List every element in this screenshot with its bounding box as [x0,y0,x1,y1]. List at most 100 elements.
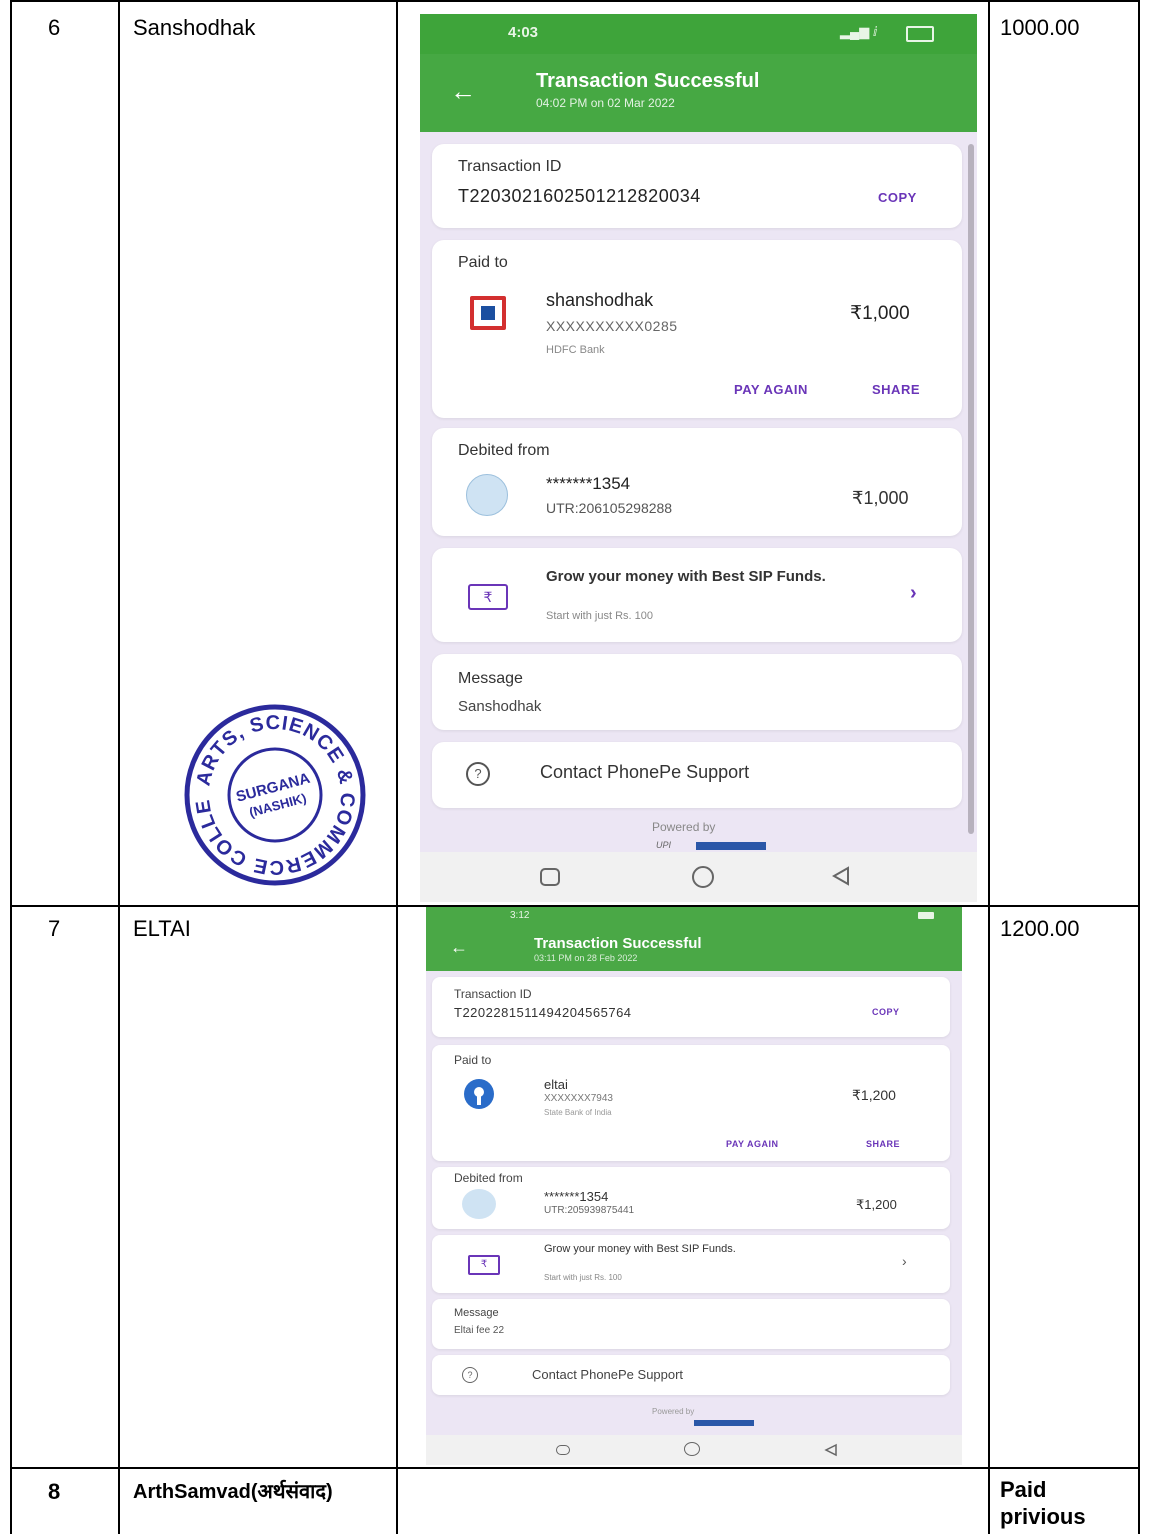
row-6-amount: 1000.00 [1000,15,1080,40]
receipt-screenshot-eltai: 3:12 ← Transaction Successful 03:11 PM o… [426,907,962,1465]
row-7-amount: 1200.00 [1000,916,1080,941]
transaction-id-card: Transaction ID T2203021602501212820034 C… [432,144,962,228]
upi-logo-icon [654,1419,754,1427]
message-card: Message Sanshodhak [432,654,962,730]
back-icon[interactable] [832,866,850,886]
copy-button[interactable]: COPY [878,190,917,205]
promo-subtitle: Start with just Rs. 100 [544,1273,622,1282]
payee-name: eltai [544,1077,568,1092]
recent-apps-icon[interactable] [556,1445,570,1455]
screen-title: Transaction Successful [536,70,760,92]
scrollbar[interactable] [968,144,974,834]
debit-amount: ₹1,000 [852,488,909,508]
hdfc-bank-icon [470,296,506,330]
stamp-seal-icon: ARTS, SCIENCE & COMMERCE COLLEGE ★ SURGA… [171,683,366,886]
paid-to-label: Paid to [454,1053,492,1067]
debit-account: *******1354 [544,1189,609,1204]
support-text: Contact PhonePe Support [532,1367,684,1382]
rupee-wallet-icon: ₹ [468,584,508,610]
payee-bank: State Bank of India [544,1108,612,1117]
screen-subtitle: 04:02 PM on 02 Mar 2022 [536,96,675,110]
powered-by-text: Powered by [652,820,716,834]
transaction-id-card: Transaction ID T2202281511494204565764 C… [432,977,950,1037]
column-divider [396,0,398,1534]
payee-account: XXXXXXX7943 [544,1093,613,1104]
status-time: 3:12 [510,910,530,921]
chevron-right-icon[interactable]: › [910,582,917,605]
share-button[interactable]: SHARE [872,382,920,397]
txn-id-value: T2202281511494204565764 [454,1005,632,1020]
support-text: Contact PhonePe Support [540,762,750,782]
row-8-amount-line2: privious [1000,1504,1086,1529]
message-card: Message Eltai fee 22 [432,1299,950,1349]
receipt-screenshot-sanshodhak: 4:03 ▂▄▆ ⅈ ← Transaction Successful 04:0… [420,14,977,902]
rupee-wallet-icon: ₹ [468,1255,500,1275]
row-divider [10,0,1140,2]
txn-id-label: Transaction ID [454,987,532,1001]
screen-title: Transaction Successful [534,935,702,952]
txn-id-value: T2203021602501212820034 [458,186,701,206]
help-icon: ? [466,762,490,786]
upi-logo-icon: UPI [656,840,768,852]
signal-icon: ▂▄▆ ⅈ [840,24,878,39]
message-label: Message [458,670,523,687]
back-arrow-icon[interactable]: ← [450,76,476,107]
promo-title: Grow your money with Best SIP Funds. [544,1243,736,1255]
message-label: Message [454,1307,499,1319]
column-divider [1138,0,1140,1534]
promo-title: Grow your money with Best SIP Funds. [546,568,826,585]
header: ← Transaction Successful 04:02 PM on 02 … [420,54,977,132]
paid-to-card: Paid to shanshodhak XXXXXXXXXX0285 HDFC … [432,240,962,418]
row-7-serial: 7 [48,916,61,941]
payee-name: shanshodhak [546,290,654,310]
sip-promo-card[interactable]: ₹ Grow your money with Best SIP Funds. S… [432,1235,950,1293]
row-6-name: Sanshodhak [133,15,256,40]
txn-id-label: Transaction ID [458,158,562,175]
battery-icon [918,912,934,919]
status-time: 4:03 [508,24,539,41]
debit-utr: UTR:206105298288 [546,500,673,516]
debited-from-card: Debited from *******1354 UTR:20610529828… [432,428,962,536]
back-arrow-icon[interactable]: ← [450,937,468,958]
android-nav-bar [426,1435,962,1465]
paid-amount: ₹1,000 [850,303,910,324]
copy-button[interactable]: COPY [872,1007,900,1017]
pay-again-button[interactable]: PAY AGAIN [734,382,808,397]
row-7-name: ELTAI [133,916,191,941]
home-icon[interactable] [692,866,714,888]
sbi-bank-icon [464,1079,494,1109]
status-bar: 4:03 ▂▄▆ ⅈ [420,14,977,54]
back-icon[interactable] [824,1443,838,1457]
debited-from-card: Debited from *******1354 UTR:20593987544… [432,1167,950,1229]
college-stamp: ARTS, SCIENCE & COMMERCE COLLEGE ★ SURGA… [171,683,370,890]
debit-amount: ₹1,200 [856,1197,897,1212]
bank-logo-icon [466,474,508,516]
android-nav-bar [420,852,977,902]
bank-logo-icon [462,1189,496,1219]
paid-to-label: Paid to [458,254,508,271]
header: ← Transaction Successful 03:11 PM on 28 … [426,925,962,971]
support-card[interactable]: ? Contact PhonePe Support [432,742,962,808]
debited-from-label: Debited from [458,442,550,459]
message-text: Sanshodhak [458,698,542,715]
chevron-right-icon[interactable]: › [902,1253,907,1269]
support-card[interactable]: ? Contact PhonePe Support [432,1355,950,1395]
message-text: Eltai fee 22 [454,1325,505,1336]
debit-utr: UTR:205939875441 [544,1205,635,1216]
powered-by-text: Powered by [652,1407,695,1416]
payee-bank: HDFC Bank [546,344,605,356]
status-bar: 3:12 [426,907,962,925]
paid-to-card: Paid to eltai XXXXXXX7943 State Bank of … [432,1045,950,1161]
debit-account: *******1354 [546,474,631,493]
column-divider [10,0,12,1534]
sip-promo-card[interactable]: ₹ Grow your money with Best SIP Funds. S… [432,548,962,642]
help-icon: ? [462,1367,478,1383]
recent-apps-icon[interactable] [540,868,560,886]
home-icon[interactable] [684,1442,700,1456]
share-button[interactable]: SHARE [866,1139,900,1149]
paid-amount: ₹1,200 [852,1087,896,1103]
row-6-serial: 6 [48,15,61,40]
pay-again-button[interactable]: PAY AGAIN [726,1139,779,1149]
row-8-name: ArthSamvad(अर्थसंवाद) [133,1481,333,1503]
promo-subtitle: Start with just Rs. 100 [546,610,653,622]
